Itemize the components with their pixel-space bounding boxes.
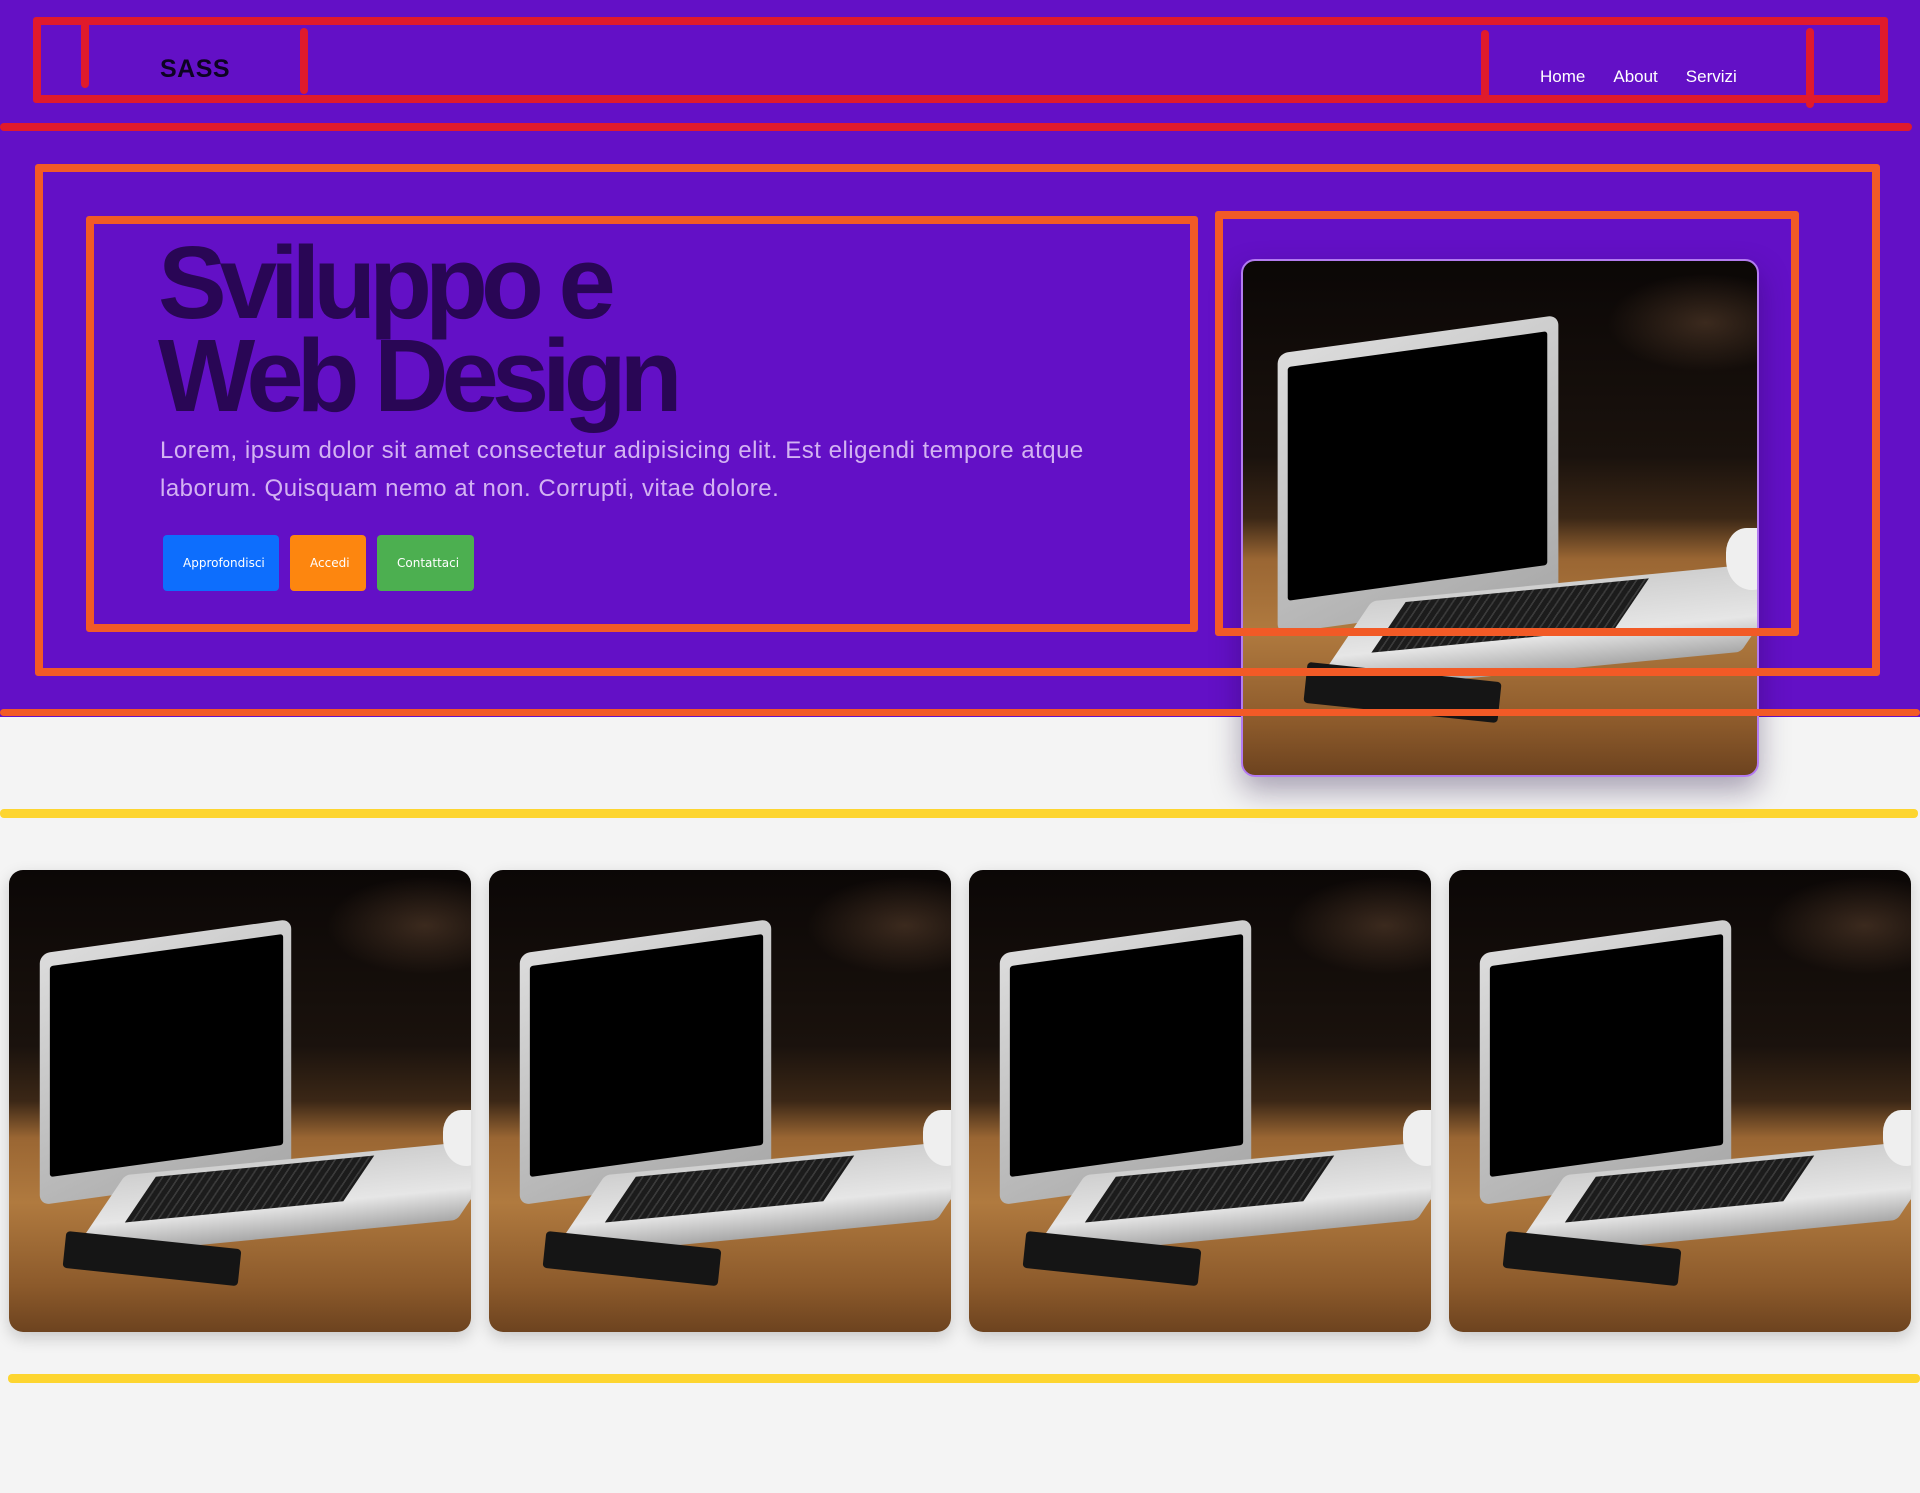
hero-title: Sviluppo e Web Design [158,225,683,433]
hero-title-line-1: Sviluppo e [158,225,616,340]
navbar: SASS Home About Servizi [0,0,1920,130]
gallery-laptop-image [1449,870,1911,1332]
nav-link-about[interactable]: About [1613,67,1657,87]
accedi-button[interactable]: Accedi [290,535,366,591]
annotation-underline [0,809,1918,818]
hero-description: Lorem, ipsum dolor sit amet consectetur … [160,437,1084,502]
nav-link-home[interactable]: Home [1540,67,1585,87]
annotation-underline [8,1374,1920,1383]
nav-links: Home About Servizi [1540,67,1765,87]
contattaci-button[interactable]: Contattaci [377,535,474,591]
gallery-laptop-image [9,870,471,1332]
gallery-laptop-image [489,870,951,1332]
hero-laptop-image [1241,259,1759,777]
nav-link-servizi[interactable]: Servizi [1686,67,1737,87]
gallery-laptop-image [969,870,1431,1332]
brand-logo[interactable]: SASS [160,55,230,84]
hero-title-line-2: Web Design [158,318,683,433]
hero-button-group: Approfondisci Accedi Contattaci [163,535,474,591]
approfondisci-button[interactable]: Approfondisci [163,535,279,591]
image-gallery [9,870,1912,1332]
